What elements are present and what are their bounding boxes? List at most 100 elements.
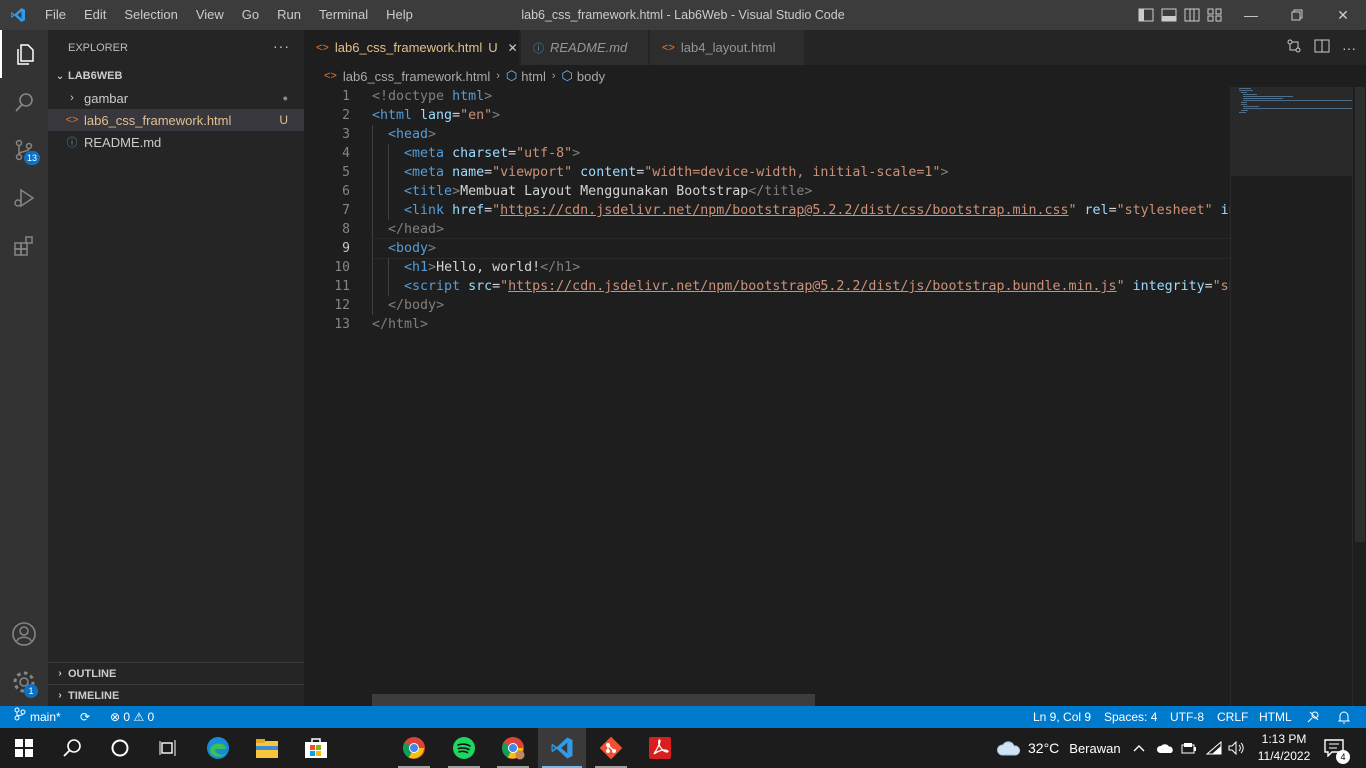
run-debug-icon[interactable] xyxy=(0,174,48,222)
tok-string: " xyxy=(492,203,501,218)
tab-readme[interactable]: ⓘ README.md xyxy=(521,30,649,65)
start-icon[interactable] xyxy=(0,728,48,768)
indentation[interactable]: Spaces: 4 xyxy=(1104,706,1157,728)
status-bar: main* ⟳ ⊗ 0 ⚠ 0 Ln 9, Col 9 Spaces: 4 UT… xyxy=(0,706,1366,728)
split-editor-icon[interactable] xyxy=(1314,38,1330,57)
tok-url-link[interactable]: https://cdn.jsdelivr.net/npm/bootstrap@5… xyxy=(508,279,1116,294)
breadcrumb-file[interactable]: lab6_css_framework.html xyxy=(343,69,490,84)
menu-edit[interactable]: Edit xyxy=(75,0,115,30)
tok-attr: name xyxy=(444,165,485,180)
acrobat-icon[interactable] xyxy=(636,728,684,768)
menu-help[interactable]: Help xyxy=(377,0,422,30)
more-actions-icon[interactable]: ··· xyxy=(1342,40,1356,56)
volume-icon[interactable] xyxy=(1228,728,1246,768)
show-hidden-icons-icon[interactable] xyxy=(1133,728,1145,768)
branch-indicator[interactable]: main* xyxy=(14,706,61,728)
task-view-icon[interactable] xyxy=(144,728,192,768)
breadcrumb-html[interactable]: html xyxy=(521,69,546,84)
git-icon[interactable] xyxy=(587,728,635,768)
clock-date: 11/4/2022 xyxy=(1257,749,1311,763)
tok-url-link[interactable]: https://cdn.jsdelivr.net/npm/bootstrap@5… xyxy=(500,203,1068,218)
menu-selection[interactable]: Selection xyxy=(115,0,186,30)
tok-bracket: > xyxy=(572,260,581,275)
cursor-position[interactable]: Ln 9, Col 9 xyxy=(1033,706,1091,728)
edge-icon[interactable] xyxy=(194,728,242,768)
explorer-icon[interactable] xyxy=(0,30,48,78)
search-icon[interactable] xyxy=(0,78,48,126)
menu-go[interactable]: Go xyxy=(233,0,268,30)
action-center-icon[interactable]: 4 xyxy=(1324,728,1350,768)
clock[interactable]: 1:13 PM 11/4/2022 xyxy=(1255,728,1313,768)
menu-file[interactable]: File xyxy=(36,0,75,30)
chevron-right-icon: › xyxy=(551,70,556,82)
toggle-panel-icon[interactable] xyxy=(1161,8,1177,22)
outline-section[interactable]: › OUTLINE xyxy=(48,662,304,684)
encoding[interactable]: UTF-8 xyxy=(1170,706,1204,728)
restore-icon[interactable] xyxy=(1274,0,1320,30)
extensions-icon[interactable] xyxy=(0,222,48,270)
sync-icon[interactable]: ⟳ xyxy=(80,706,90,728)
settings-gear-icon[interactable]: 1 xyxy=(0,658,48,706)
onedrive-icon[interactable] xyxy=(1156,728,1174,768)
customize-layout-icon[interactable] xyxy=(1207,8,1223,22)
wifi-icon[interactable] xyxy=(1206,728,1222,768)
accounts-icon[interactable] xyxy=(0,610,48,658)
weather-widget[interactable]: 32°C Berawan xyxy=(996,728,1121,768)
tree-item-readme[interactable]: ⓘ README.md xyxy=(48,131,304,153)
scroll-thumb[interactable] xyxy=(1355,87,1365,542)
breadcrumb-body[interactable]: body xyxy=(577,69,605,84)
source-control-icon[interactable]: 13 xyxy=(0,126,48,174)
tab-label: lab6_css_framework.html xyxy=(334,40,483,55)
vertical-scrollbar[interactable] xyxy=(1352,87,1366,706)
open-changes-icon[interactable] xyxy=(1286,38,1302,57)
indent-guide xyxy=(372,239,373,258)
indent-guide xyxy=(372,277,373,296)
outline-title: OUTLINE xyxy=(68,667,117,680)
search-icon[interactable] xyxy=(48,728,96,768)
more-actions-icon[interactable]: ··· xyxy=(273,38,290,54)
feedback-icon[interactable] xyxy=(1306,706,1320,728)
code-editor[interactable]: 1 2 3 4 5 6 7 8 9 10 11 12 13 <!doctype … xyxy=(304,87,1366,706)
spotify-icon[interactable] xyxy=(440,728,488,768)
notifications-bell-icon[interactable] xyxy=(1337,706,1351,728)
close-icon[interactable]: ✕ xyxy=(1320,0,1366,30)
indent-guide xyxy=(372,163,373,182)
battery-icon[interactable] xyxy=(1181,728,1197,768)
store-icon[interactable] xyxy=(292,728,340,768)
code-lines: <!doctype html> <html lang="en"> <head> … xyxy=(372,87,1230,334)
tree-item-lab6-css-framework[interactable]: <> lab6_css_framework.html U xyxy=(48,109,304,131)
minimize-icon[interactable]: — xyxy=(1228,0,1274,30)
tab-label: lab4_layout.html xyxy=(680,40,776,55)
code-line: <!doctype html> xyxy=(372,87,1230,106)
tab-lab4-layout[interactable]: <> lab4_layout.html xyxy=(650,30,805,65)
cortana-icon[interactable] xyxy=(96,728,144,768)
toggle-primary-sidebar-icon[interactable] xyxy=(1138,8,1154,22)
file-explorer-icon[interactable] xyxy=(243,728,291,768)
language-mode[interactable]: HTML xyxy=(1259,706,1292,728)
tok-eq: = xyxy=(1108,203,1117,218)
minimap[interactable] xyxy=(1230,87,1353,706)
folder-section-lab6web[interactable]: ⌄ LAB6WEB xyxy=(48,65,304,87)
timeline-section[interactable]: › TIMELINE xyxy=(48,684,304,706)
tree-item-gambar[interactable]: › gambar ● xyxy=(48,87,304,109)
problems-indicator[interactable]: ⊗ 0 ⚠ 0 xyxy=(110,706,154,728)
info-file-icon: ⓘ xyxy=(533,42,544,55)
vscode-icon[interactable] xyxy=(538,728,586,768)
vscode-logo-icon xyxy=(0,0,36,30)
tok-bracket: > xyxy=(436,222,445,237)
menu-run[interactable]: Run xyxy=(268,0,310,30)
cloud-icon xyxy=(996,741,1021,756)
chrome-icon[interactable] xyxy=(390,728,438,768)
tok-tag: <html xyxy=(372,108,413,123)
horizontal-scrollbar-thumb[interactable] xyxy=(372,694,815,706)
tab-close-icon[interactable]: ✕ xyxy=(508,41,518,55)
settings-badge: 1 xyxy=(24,684,38,698)
toggle-secondary-sidebar-icon[interactable] xyxy=(1184,8,1200,22)
line-ending[interactable]: CRLF xyxy=(1217,706,1248,728)
menu-view[interactable]: View xyxy=(187,0,233,30)
tab-lab6-css-framework[interactable]: <> lab6_css_framework.html U ✕ xyxy=(304,30,520,65)
menu-terminal[interactable]: Terminal xyxy=(310,0,377,30)
html-file-icon: <> xyxy=(662,41,675,54)
chrome-profile-icon[interactable] xyxy=(489,728,537,768)
code-line: <title>Membuat Layout Menggunakan Bootst… xyxy=(372,182,1230,201)
